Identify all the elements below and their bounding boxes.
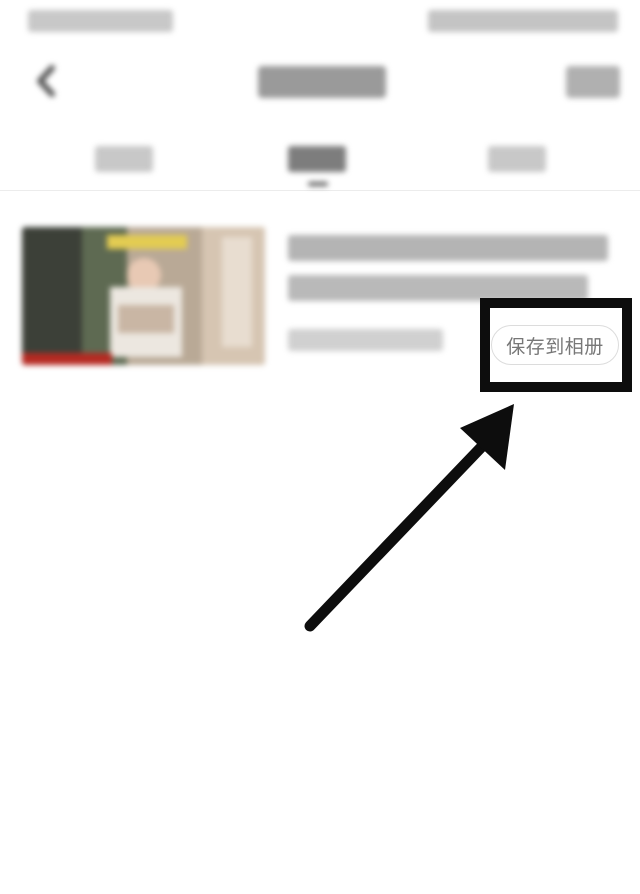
nav-bar — [0, 50, 640, 110]
nav-action-button[interactable] — [566, 66, 620, 98]
video-title-line-1 — [288, 235, 608, 261]
video-meta — [288, 329, 443, 351]
video-thumbnail-image — [22, 227, 265, 365]
video-thumbnail[interactable] — [22, 227, 265, 365]
page-title — [258, 66, 386, 98]
back-chevron-icon[interactable] — [32, 64, 60, 98]
video-list-item[interactable]: 保存到相册 — [0, 215, 640, 385]
status-bar-indicators — [428, 10, 618, 32]
tab-2-active[interactable] — [288, 146, 346, 172]
video-title-line-2 — [288, 275, 588, 301]
save-to-album-button[interactable]: 保存到相册 — [491, 325, 619, 365]
status-bar-time — [28, 10, 173, 32]
tab-bar — [0, 130, 640, 191]
active-tab-indicator — [308, 182, 328, 186]
tab-1[interactable] — [95, 146, 153, 172]
status-bar — [0, 0, 640, 44]
tab-3[interactable] — [488, 146, 546, 172]
